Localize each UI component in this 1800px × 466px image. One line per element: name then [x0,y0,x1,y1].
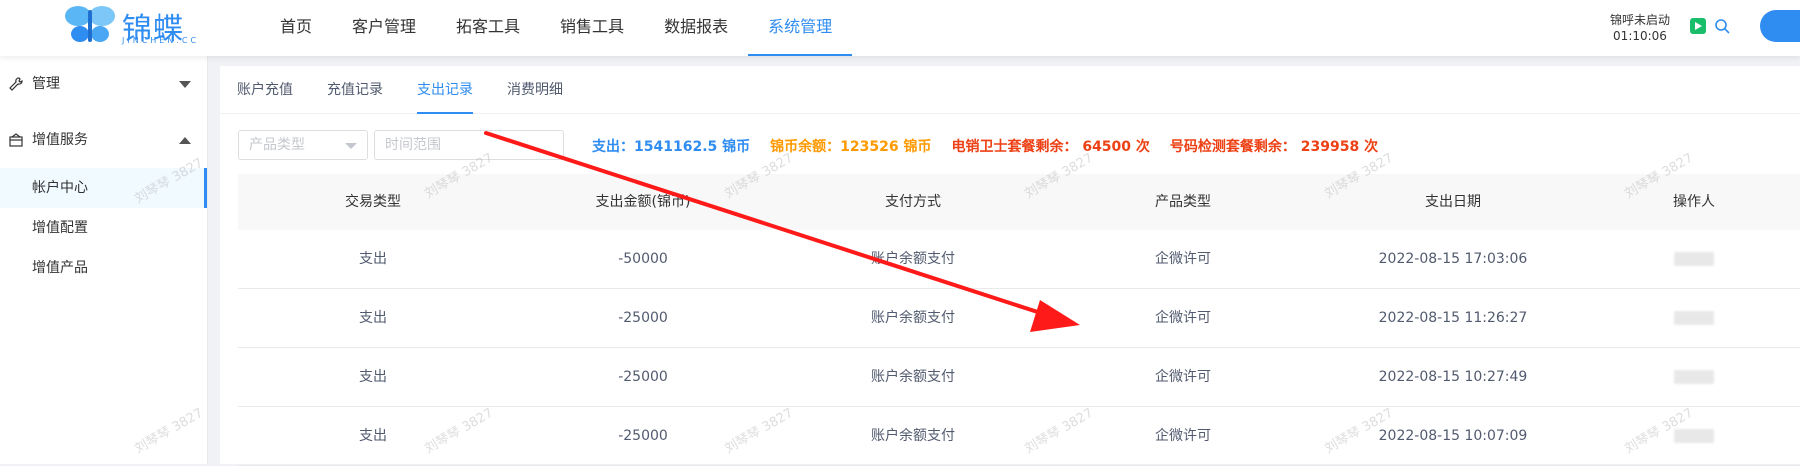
top-bar: 锦蝶 JINCHEN.CC 首页 客户管理 拓客工具 销售工具 数据报表 系统管… [0,0,1800,56]
search-icon[interactable] [1714,18,1730,34]
tab-bar: 账户充值 充值记录 支出记录 消费明细 [220,66,1800,114]
cell-type: 支出 [359,428,387,444]
logo-subtext: JINCHEN.CC [122,36,200,45]
main-nav: 首页 客户管理 拓客工具 销售工具 数据报表 系统管理 [260,0,853,56]
nav-home[interactable]: 首页 [260,0,332,56]
cell-amount: -25000 [618,369,668,385]
sidebar-group-label: 管理 [32,76,60,92]
product-type-select[interactable]: 产品类型 [238,130,368,160]
nav-customer-management[interactable]: 客户管理 [332,0,436,56]
nav-data-reports[interactable]: 数据报表 [644,0,748,56]
cell-date: 2022-08-15 11:26:27 [1378,310,1528,326]
stat-telesales-remaining: 电销卫士套餐剩余： 64500 次 [951,139,1150,155]
redacted-operator [1674,311,1714,325]
cell-product: 企微许可 [1155,428,1211,444]
avatar[interactable] [1760,10,1800,42]
cell-type: 支出 [359,251,387,267]
logo[interactable]: 锦蝶 JINCHEN.CC [60,2,210,48]
sidebar: 管理 增值服务 帐户中心 增值配置 增值产品 [0,56,208,464]
cell-operator [1588,348,1800,406]
cell-type: 支出 [359,310,387,326]
column-header: 交易类型 [345,194,401,210]
product-type-placeholder: 产品类型 [249,137,305,153]
date-range-input[interactable]: 时间范围 [374,130,564,160]
call-status: 锦呼未启动 01:10:06 [1600,12,1680,44]
cell-payment: 账户余额支付 [871,369,955,385]
redacted-operator [1674,370,1714,384]
cell-product: 企微许可 [1155,251,1211,267]
table-row[interactable]: 支出 -25000 账户余额支付 企微许可 2022-08-15 10:27:4… [238,348,1800,407]
sidebar-item-value-products[interactable]: 增值产品 [0,248,207,288]
column-header: 支出日期 [1425,194,1481,210]
nav-sales-tools[interactable]: 销售工具 [540,0,644,56]
table-row[interactable]: 支出 -50000 账户余额支付 企微许可 2022-08-15 17:03:0… [238,230,1800,289]
stat-total-expense: 支出：1541162.5 锦币 [592,139,751,155]
play-icon[interactable] [1690,18,1706,34]
table-header: 交易类型 支出金额(锦币) 支付方式 产品类型 支出日期 操作人 [238,174,1800,230]
filter-bar: 产品类型 时间范围 [238,130,564,160]
chevron-down-icon [179,81,191,88]
nav-prospecting-tools[interactable]: 拓客工具 [436,0,540,56]
butterfly-logo-icon [65,6,115,42]
column-header: 操作人 [1673,194,1715,210]
wrench-icon [9,77,23,91]
cell-amount: -50000 [618,251,668,267]
cell-type: 支出 [359,369,387,385]
nav-system-management[interactable]: 系统管理 [748,0,853,56]
main-panel: 账户充值 充值记录 支出记录 消费明细 产品类型 时间范围 支出：1541162… [220,66,1800,466]
cell-payment: 账户余额支付 [871,310,955,326]
tab-account-recharge[interactable]: 账户充值 [220,66,310,114]
table-row[interactable]: 支出 -25000 账户余额支付 企微许可 2022-08-15 11:26:2… [238,289,1800,348]
redacted-operator [1674,252,1714,266]
sidebar-group-management[interactable]: 管理 [0,56,207,112]
chevron-up-icon [179,137,191,144]
sidebar-item-value-config[interactable]: 增值配置 [0,208,207,248]
cell-payment: 账户余额支付 [871,251,955,267]
call-status-label: 锦呼未启动 [1609,13,1670,27]
sidebar-item-account-center[interactable]: 帐户中心 [0,168,207,208]
cell-amount: -25000 [618,310,668,326]
summary-stats: 支出：1541162.5 锦币 锦币余额：123526 锦币 电销卫士套餐剩余：… [592,136,1398,156]
cell-payment: 账户余额支付 [871,428,955,444]
column-header: 产品类型 [1155,194,1211,210]
tab-recharge-records[interactable]: 充值记录 [310,66,400,114]
expense-table: 交易类型 支出金额(锦币) 支付方式 产品类型 支出日期 操作人 支出 -500… [238,174,1800,466]
call-status-timer: 01:10:06 [1613,29,1667,43]
sidebar-group-label: 增值服务 [32,132,88,148]
cell-product: 企微许可 [1155,310,1211,326]
cell-operator [1588,407,1800,465]
stat-number-check-remaining: 号码检测套餐剩余： 239958 次 [1169,139,1379,155]
redacted-operator [1674,429,1714,443]
column-header: 支付方式 [885,194,941,210]
column-header: 支出金额(锦币) [595,194,691,210]
stat-coin-balance: 锦币余额：123526 锦币 [770,139,932,155]
cell-date: 2022-08-15 10:27:49 [1378,369,1528,385]
tab-expense-records[interactable]: 支出记录 [400,66,490,114]
tab-consumption-details[interactable]: 消费明细 [490,66,580,114]
sidebar-group-value-added[interactable]: 增值服务 [0,112,207,168]
cell-operator [1588,230,1800,288]
cell-product: 企微许可 [1155,369,1211,385]
table-row[interactable]: 支出 -25000 账户余额支付 企微许可 2022-08-15 10:07:0… [238,407,1800,466]
cell-amount: -25000 [618,428,668,444]
cell-operator [1588,289,1800,347]
chevron-down-icon [345,143,357,149]
cell-date: 2022-08-15 10:07:09 [1378,428,1528,444]
cell-date: 2022-08-15 17:03:06 [1378,251,1528,267]
gift-box-icon [9,133,23,147]
